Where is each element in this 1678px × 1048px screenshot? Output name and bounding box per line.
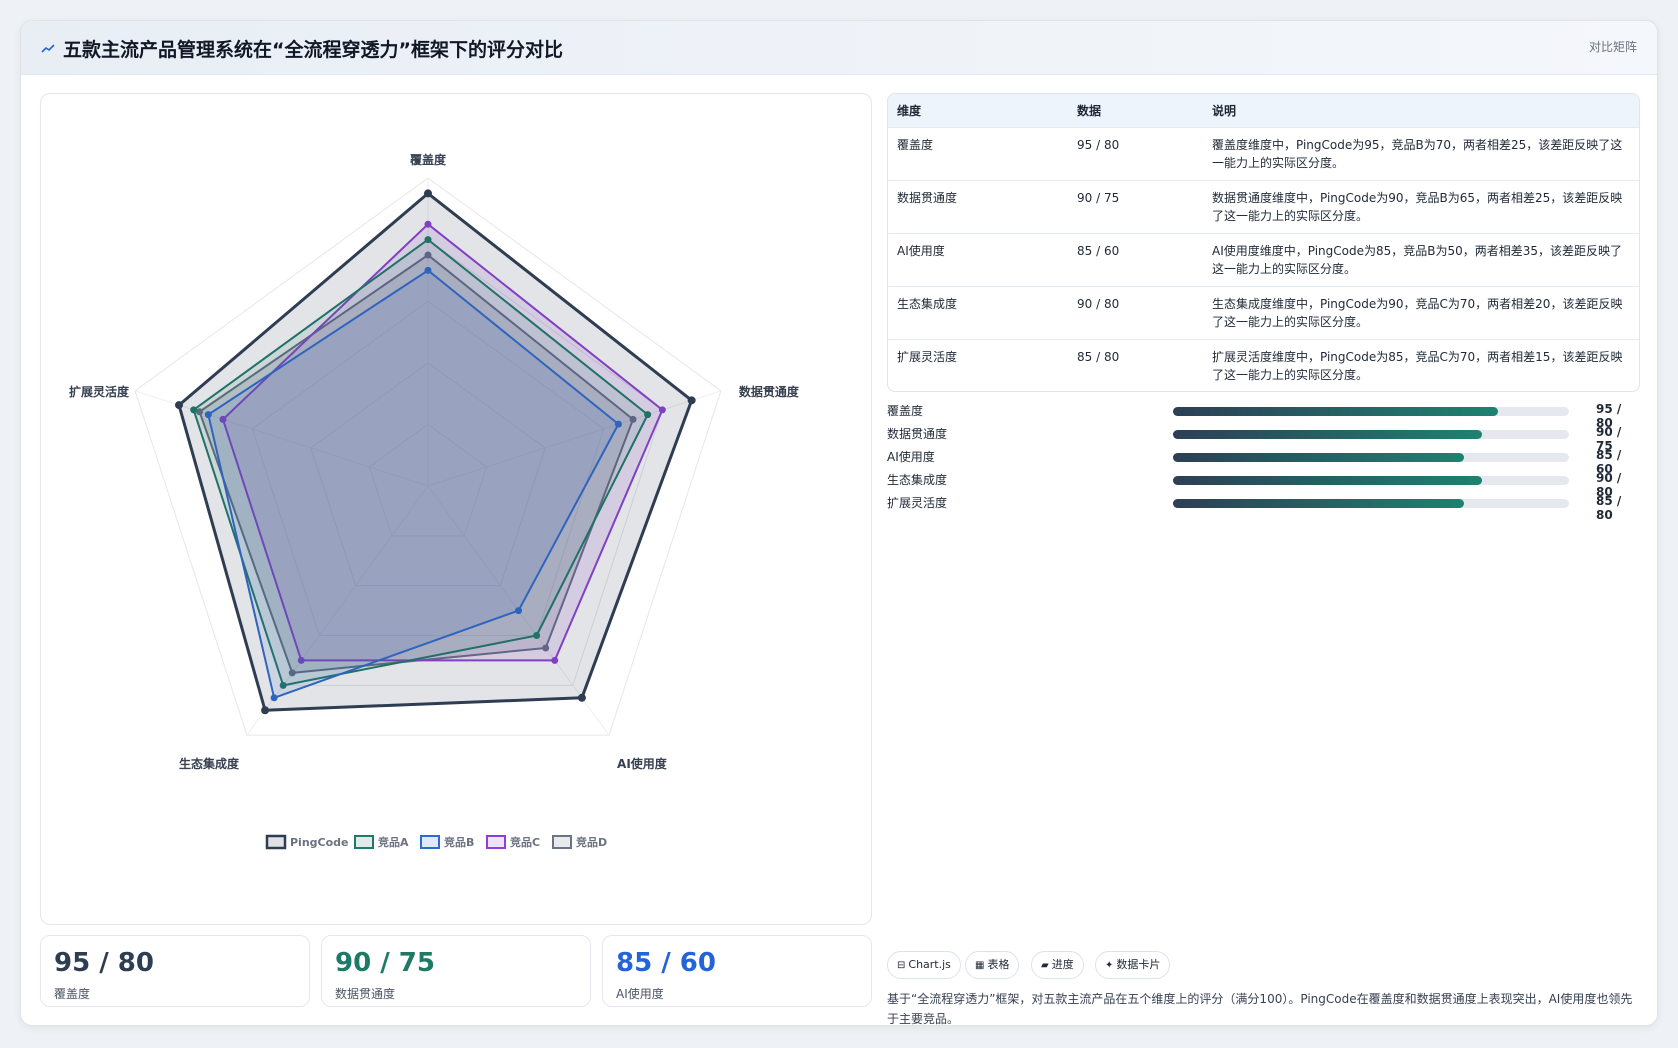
page-title: 五款主流产品管理系统在“全流程穿透力”框架下的评分对比 xyxy=(63,39,563,61)
table-row: 生态集成度 90 / 80 生态集成度维度中，PingCode为90，竞品C为7… xyxy=(888,286,1639,339)
radar-axis-label: 生态集成度 xyxy=(179,756,240,771)
radar-point xyxy=(687,396,696,405)
table-row: 数据贯通度 90 / 75 数据贯通度维度中，PingCode为90，竞品B为6… xyxy=(888,180,1639,233)
progress-label: 扩展灵活度 xyxy=(887,496,948,510)
table-cell-dimension: 扩展灵活度 xyxy=(897,349,958,364)
progress-value: 85 / 80 xyxy=(1596,494,1622,522)
legend-swatch xyxy=(552,835,572,849)
radar-point xyxy=(175,401,184,410)
legend-swatch xyxy=(265,834,287,850)
table-cell-description: 覆盖度维度中，PingCode为95，竞品B为70，两者相差25，该差距反映了这… xyxy=(1212,137,1623,170)
table-cell-description: 数据贯通度维度中，PingCode为90，竞品B为65，两者相差25，该差距反映… xyxy=(1212,190,1623,223)
kpi-value: 85 / 60 xyxy=(616,948,716,978)
chip-label: 表格 xyxy=(987,958,1010,971)
table-cell-value: 90 / 75 xyxy=(1077,190,1120,205)
kpi-value: 95 / 80 xyxy=(54,948,154,978)
table-cell-description: 扩展灵活度维度中，PingCode为85，竞品C为70，两者相差15，该差距反映… xyxy=(1212,349,1623,382)
chip-table[interactable]: ▦ 表格 xyxy=(965,951,1020,979)
chip-data-cards[interactable]: ✦ 数据卡片 xyxy=(1095,951,1171,979)
table-cell-value: 95 / 80 xyxy=(1077,137,1120,152)
chip-label: Chart.js xyxy=(908,958,951,971)
progress-label: 生态集成度 xyxy=(887,473,948,487)
table-cell-dimension: 覆盖度 xyxy=(897,137,934,152)
chip-label: 进度 xyxy=(1051,958,1074,971)
radar-point xyxy=(261,706,270,715)
radar-point xyxy=(577,693,586,702)
kpi-label: 数据贯通度 xyxy=(335,987,396,1001)
progress-row: 扩展灵活度 85 / 80 xyxy=(887,494,1640,522)
progress-fill xyxy=(1173,499,1465,508)
progress-fill xyxy=(1173,476,1482,485)
legend-label: PingCode xyxy=(290,836,349,849)
radar-chart-panel: 覆盖度数据贯通度 AI使用度 生态集成度 扩展灵活度 PingCode 竞品A 竞品B 竞品C… xyxy=(40,93,872,925)
progress-track xyxy=(1173,476,1569,485)
chip-chartjs[interactable]: ⊟ Chart.js xyxy=(887,951,961,979)
radar-series-PingCode xyxy=(177,191,694,712)
progress-track xyxy=(1173,499,1569,508)
table-icon: ▦ xyxy=(975,960,985,971)
radar-axis-label: 扩展灵活度 xyxy=(69,384,130,399)
kpi-label: 覆盖度 xyxy=(54,987,91,1001)
progress-fill xyxy=(1173,407,1498,416)
sparkle-icon: ✦ xyxy=(1105,960,1114,971)
progress-label: 覆盖度 xyxy=(887,404,924,418)
kpi-value: 90 / 75 xyxy=(335,948,435,978)
table-row: 扩展灵活度 85 / 80 扩展灵活度维度中，PingCode为85，竞品C为7… xyxy=(888,339,1639,391)
radar-point xyxy=(424,189,432,198)
radar-axis-label: AI使用度 xyxy=(617,756,668,771)
table-header-cell: 维度 xyxy=(897,103,922,118)
table-cell-value: 85 / 80 xyxy=(1077,349,1120,364)
radar-axis-label: 覆盖度 xyxy=(409,152,447,167)
chip-progress[interactable]: ▰ 进度 xyxy=(1031,951,1084,979)
legend-swatch xyxy=(486,835,506,849)
summary-text: 基于“全流程穿透力”框架，对五款主流产品在五个维度上的评分（满分100）。Pin… xyxy=(887,992,1633,1026)
radar-axis-label: 数据贯通度 xyxy=(739,384,800,399)
legend-label: 竞品A xyxy=(378,835,409,849)
table-cell-dimension: 生态集成度 xyxy=(897,296,958,311)
table-cell-description: AI使用度维度中，PingCode为85，竞品B为50，两者相差35，该差距反映… xyxy=(1212,243,1623,276)
progress-row: 生态集成度 90 / 80 xyxy=(887,471,1640,499)
legend-swatch xyxy=(354,835,374,849)
legend-label: 竞品B xyxy=(444,835,474,849)
kpi-label: AI使用度 xyxy=(616,987,664,1001)
comparison-table: 维度 数据 说明 覆盖度 95 / 80 覆盖度维度中，PingCode为95，… xyxy=(887,93,1640,392)
card-header: 五款主流产品管理系统在“全流程穿透力”框架下的评分对比 对比矩阵 xyxy=(21,21,1657,75)
progress-row: AI使用度 85 / 60 xyxy=(887,448,1640,476)
chip-label: 数据卡片 xyxy=(1116,958,1161,971)
progress-label: AI使用度 xyxy=(887,450,935,464)
comparison-card: 五款主流产品管理系统在“全流程穿透力”框架下的评分对比 对比矩阵 覆盖度 数据贯通… xyxy=(20,20,1658,1026)
progress-track xyxy=(1173,430,1569,439)
table-header-cell: 说明 xyxy=(1212,103,1237,118)
kpi-card-coverage: 95 / 80 覆盖度 xyxy=(40,935,310,1007)
table-cell-dimension: AI使用度 xyxy=(897,243,945,258)
table-row: 覆盖度 95 / 80 覆盖度维度中，PingCode为95，竞品B为70，两者… xyxy=(888,127,1639,180)
header-tag: 对比矩阵 xyxy=(1588,40,1637,54)
kpi-card-data-integration: 90 / 75 数据贯通度 xyxy=(321,935,591,1007)
progress-icon: ▰ xyxy=(1041,960,1049,971)
legend-label: 竞品C xyxy=(510,835,540,849)
progress-row: 数据贯通度 90 / 75 xyxy=(887,425,1640,453)
legend-label: 竞品D xyxy=(576,835,607,849)
radar-chart: 覆盖度数据贯通度 AI使用度 生态集成度 扩展灵活度 PingCode 竞品A 竞品B 竞品C… xyxy=(69,152,800,850)
progress-row: 覆盖度 95 / 80 xyxy=(887,402,1640,430)
table-cell-description: 生态集成度维度中，PingCode为90，竞品C为70，两者相差20，该差距反映… xyxy=(1212,296,1623,329)
table-cell-dimension: 数据贯通度 xyxy=(897,190,958,205)
progress-label: 数据贯通度 xyxy=(887,427,948,441)
legend-swatch xyxy=(420,835,440,849)
trend-line-icon xyxy=(41,44,55,53)
table-cell-value: 85 / 60 xyxy=(1077,243,1120,258)
chart-icon: ⊟ xyxy=(897,960,906,971)
kpi-card-ai-usage: 85 / 60 AI使用度 xyxy=(602,935,872,1007)
table-header-row: 维度 数据 说明 xyxy=(888,94,1639,127)
progress-track xyxy=(1173,407,1569,416)
table-header-cell: 数据 xyxy=(1077,103,1102,118)
table-row: AI使用度 85 / 60 AI使用度维度中，PingCode为85，竞品B为5… xyxy=(888,233,1639,286)
progress-fill xyxy=(1173,430,1482,439)
progress-track xyxy=(1173,453,1569,462)
table-cell-value: 90 / 80 xyxy=(1077,296,1120,311)
progress-fill xyxy=(1173,453,1465,462)
